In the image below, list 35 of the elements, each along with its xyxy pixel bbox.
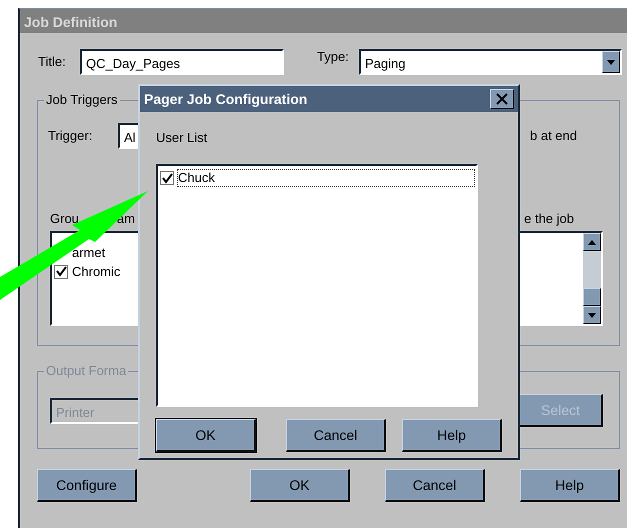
option-label: b at end [530,128,577,144]
dialog-button[interactable]: OK [156,419,256,452]
group-label: Output Forma [44,363,128,379]
push-button[interactable]: OK [250,469,350,502]
scrollbar[interactable] [583,233,601,324]
field-label: Trigger: [48,128,94,144]
scroll-thumb[interactable] [583,288,601,306]
scroll-down-button[interactable] [583,306,601,324]
field-label: Type: [317,49,350,65]
title-field[interactable]: QC_Day_Pages [80,49,284,75]
list-item-label: armet [72,244,106,260]
list-item[interactable]: Chuck [178,170,474,186]
dropdown-button[interactable] [602,51,620,73]
type-dropdown[interactable]: Paging [359,49,622,75]
dialog-button[interactable]: Help [402,419,502,452]
push-button[interactable]: Configure [37,469,137,502]
close-button[interactable] [490,89,514,109]
caret-down-icon [588,312,596,318]
caret-up-icon [588,240,596,244]
push-button[interactable]: Help [520,469,620,502]
dialog-title: Pager Job Configuration [144,90,308,109]
caret-down-icon [607,60,615,64]
scroll-up-button[interactable] [583,233,601,251]
list-item-label: Chromic [72,264,120,280]
window-title: Job Definition [20,9,627,33]
list-label: User List [156,130,208,146]
checkbox[interactable] [160,171,174,185]
push-button[interactable]: Cancel [385,469,485,502]
group-label: Job Triggers [44,92,120,108]
dialog-button[interactable]: Cancel [286,419,386,452]
column-label: Grou [50,211,79,227]
checkbox[interactable] [54,264,68,278]
column-label: e the job [524,211,574,227]
close-icon [496,93,508,105]
field-label: Title: [38,54,67,70]
